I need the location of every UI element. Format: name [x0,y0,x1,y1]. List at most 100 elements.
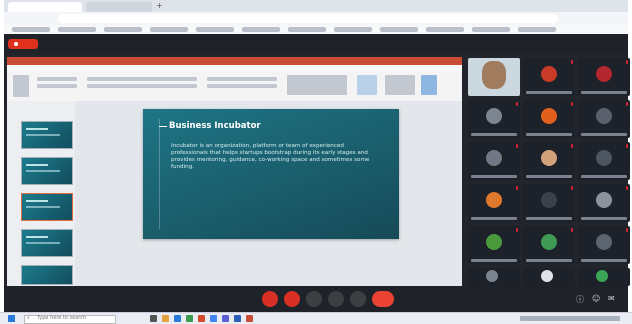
task-view-icon[interactable] [150,315,157,322]
browser-tab-meet[interactable] [8,2,82,12]
participant-tile[interactable] [578,226,630,264]
avatar [541,234,557,250]
mic-off-icon [516,144,518,148]
bookmark-item[interactable] [380,27,418,32]
mic-off-icon [516,186,518,190]
file-explorer-icon[interactable] [162,315,169,322]
mic-off-icon [516,102,518,106]
chat-icon[interactable]: ✉ [608,294,615,303]
participant-tile[interactable] [468,184,520,222]
participant-name [581,133,627,136]
word-icon[interactable] [234,315,241,322]
participant-tile[interactable] [523,58,575,96]
avatar [596,108,612,124]
powerpoint-icon[interactable] [246,315,253,322]
camera-icon[interactable] [284,291,300,307]
paste-button[interactable] [13,75,29,97]
search-placeholder: Type here to search [37,315,87,321]
participant-tile[interactable] [578,100,630,138]
bookmark-item[interactable] [242,27,280,32]
participant-tile[interactable] [578,268,630,286]
participant-tile[interactable] [468,268,520,286]
mic-off-icon [626,102,628,106]
browser-tab-strip: + [4,0,628,12]
participant-tile[interactable] [523,226,575,264]
participant-tile[interactable] [578,184,630,222]
thumb-text [26,170,60,172]
drawing-shapes[interactable] [287,75,347,95]
mic-icon[interactable] [262,291,278,307]
ribbon-button[interactable] [37,77,77,81]
mic-off-icon [626,144,628,148]
editing-group[interactable] [385,75,415,95]
participant-tile[interactable] [468,226,520,264]
avatar [541,108,557,124]
edge-icon[interactable] [174,315,181,322]
people-icon[interactable]: ☺ [592,294,600,303]
ribbon-button[interactable] [37,84,77,88]
slide-thumbnail[interactable] [21,121,73,149]
bookmark-item[interactable] [426,27,464,32]
bookmark-item[interactable] [334,27,372,32]
paragraph-controls[interactable] [207,84,277,88]
designer-button[interactable] [421,75,437,95]
avatar [486,150,502,166]
ribbon-tabs [7,65,462,72]
slide-thumbnails [7,101,75,287]
bookmark-item[interactable] [12,27,50,32]
app-icon[interactable] [186,315,193,322]
chrome-icon[interactable] [210,315,217,322]
slide-thumbnail[interactable] [21,157,73,185]
slide-editing-area: Business Incubator Incubator is an organ… [75,101,462,287]
current-slide[interactable]: Business Incubator Incubator is an organ… [143,109,399,239]
meeting-window: Business Incubator Incubator is an organ… [4,34,630,312]
participant-name [581,91,627,94]
avatar [541,150,557,166]
present-icon[interactable] [306,291,322,307]
thumb-text [26,236,48,238]
info-icon[interactable]: ⓘ [576,294,584,305]
participant-tile[interactable] [468,100,520,138]
paragraph-controls[interactable] [207,77,277,81]
browser-tab-other[interactable] [86,2,152,12]
reactions-icon[interactable] [328,291,344,307]
participant-tile[interactable] [523,142,575,180]
url-field[interactable] [58,14,558,23]
bookmark-item[interactable] [518,27,556,32]
windows-logo-icon[interactable] [8,315,15,322]
participant-name [471,133,517,136]
participant-name [471,259,517,262]
bookmark-item[interactable] [196,27,234,32]
avatar [486,234,502,250]
participant-name [581,259,627,262]
app-icon[interactable] [222,315,229,322]
avatar [596,192,612,208]
bookmark-item[interactable] [472,27,510,32]
participant-tile-presenter[interactable] [468,58,520,96]
bookmark-item[interactable] [288,27,326,32]
new-tab-icon[interactable]: + [156,1,163,10]
avatar [486,270,498,282]
bookmark-item[interactable] [58,27,96,32]
slide-thumbnail-active[interactable] [21,193,73,221]
slide-thumbnail[interactable] [21,229,73,257]
bookmark-item[interactable] [150,27,188,32]
font-controls[interactable] [87,77,197,81]
participant-tile[interactable] [523,100,575,138]
participant-tile[interactable] [578,142,630,180]
participant-tile[interactable] [578,58,630,96]
bookmark-item[interactable] [104,27,142,32]
meeting-header [4,34,628,54]
slide-thumbnail[interactable] [21,265,73,285]
font-format-controls[interactable] [87,84,197,88]
app-icon[interactable] [198,315,205,322]
system-tray [520,316,620,321]
leave-call-icon[interactable] [372,291,394,307]
participant-tile[interactable] [523,184,575,222]
participant-tile[interactable] [523,268,575,286]
avatar [596,234,612,250]
more-icon[interactable] [350,291,366,307]
participant-tile[interactable] [468,142,520,180]
arrange-button[interactable] [357,75,377,95]
search-icon: ⌕ [27,315,30,321]
